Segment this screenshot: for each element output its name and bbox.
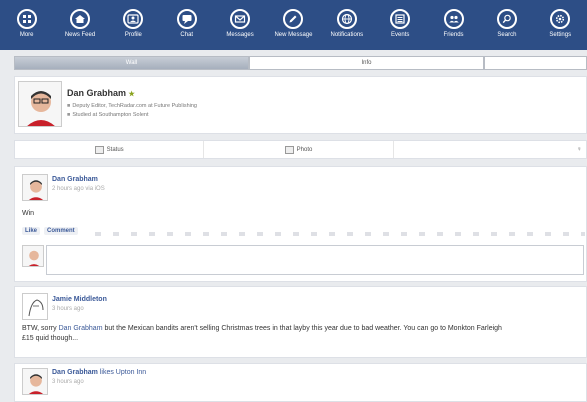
nav-friends[interactable]: Friends [428, 0, 480, 38]
briefcase-icon: ■ [67, 103, 71, 109]
post-text-start: BTW, sorry [22, 325, 59, 332]
profile-name: Dan Grabham ★ [67, 88, 135, 98]
nav-label: Notifications [330, 32, 364, 38]
composer-bar: Status Photo ♀ [14, 140, 587, 159]
feed-post: Jamie Middleton 3 hours ago BTW, sorry D… [14, 286, 587, 358]
profile-education: ■ Studied at Southampton Solent [67, 112, 148, 118]
nav-label: Events [391, 32, 410, 38]
feed-post: Dan Grabham 2 hours ago via iOS Win Like… [14, 166, 587, 282]
post-actions: Like Comment [22, 227, 78, 235]
home-icon [70, 9, 91, 29]
nav-new-message[interactable]: New Message [267, 0, 319, 38]
person-avatar-icon [19, 82, 61, 126]
pencil-icon [283, 9, 304, 29]
rendering-artifact [95, 232, 585, 236]
comment-input[interactable] [46, 245, 584, 275]
profile-header: Dan Grabham ★ ■ Deputy Editor, TechRadar.… [14, 76, 587, 134]
post-text-line2: £15 quid though... [22, 335, 79, 342]
friends-icon [443, 9, 464, 29]
gear-icon [550, 9, 571, 29]
nav-news-feed[interactable]: News Feed [54, 0, 106, 38]
calendar-icon [390, 9, 411, 29]
post-timestamp: 3 hours ago [52, 379, 84, 385]
post-avatar[interactable] [22, 174, 48, 201]
like-button[interactable]: Like [22, 227, 41, 235]
comment-button[interactable]: Comment [44, 227, 78, 235]
nav-notifications[interactable]: Notifications [321, 0, 373, 38]
profile-avatar[interactable] [18, 81, 62, 127]
tab-extra[interactable] [484, 56, 587, 70]
nav-messages[interactable]: Messages [214, 0, 266, 38]
nav-search[interactable]: Search [481, 0, 533, 38]
nav-chat[interactable]: Chat [161, 0, 213, 38]
profile-icon [123, 9, 144, 29]
profile-work-text: Deputy Editor, TechRadar.com at Future P… [72, 103, 197, 109]
feed-post: Dan Grabham likes Upton Inn 3 hours ago [14, 363, 587, 402]
profile-name-text: Dan Grabham [67, 88, 127, 98]
comment-avatar [22, 245, 44, 267]
person-avatar-icon [23, 369, 47, 394]
nav-label: Friends [443, 32, 464, 38]
person-sketch-icon [23, 294, 47, 319]
post-text-end: but the Mexican bandits aren't selling C… [102, 325, 502, 332]
profile-education-text: Studied at Southampton Solent [72, 112, 149, 118]
post-text: Win [22, 210, 35, 217]
post-action[interactable]: likes Upton Inn [100, 369, 146, 376]
grid-icon [16, 9, 37, 29]
nav-label: New Message [274, 32, 313, 38]
status-button[interactable]: Status [15, 141, 205, 158]
nav-events[interactable]: Events [374, 0, 426, 38]
nav-label: More [19, 32, 34, 38]
mail-icon [230, 9, 251, 29]
post-avatar[interactable] [22, 293, 48, 320]
top-nav-bar: More News Feed Profile Chat Messages New… [0, 0, 587, 50]
post-author: Dan Grabham likes Upton Inn [52, 369, 146, 376]
search-icon [496, 9, 517, 29]
post-avatar[interactable] [22, 368, 48, 395]
post-text: BTW, sorry Dan Grabham but the Mexican b… [22, 324, 587, 334]
photo-button[interactable]: Photo [204, 141, 394, 158]
globe-icon [336, 9, 357, 29]
nav-more[interactable]: More [1, 0, 53, 38]
tab-info[interactable]: Info [249, 56, 484, 70]
profile-work: ■ Deputy Editor, TechRadar.com at Future … [67, 103, 197, 109]
photo-label: Photo [296, 146, 313, 153]
person-avatar-icon [23, 175, 47, 200]
nav-label: News Feed [64, 32, 96, 38]
tab-wall[interactable]: Wall [14, 56, 249, 70]
photo-icon [284, 145, 294, 154]
post-author[interactable]: Dan Grabham [52, 176, 98, 183]
nav-profile[interactable]: Profile [107, 0, 159, 38]
post-timestamp: 2 hours ago via iOS [52, 186, 105, 192]
post-author-name[interactable]: Dan Grabham [52, 369, 98, 376]
nav-label: Chat [180, 32, 194, 38]
profile-tabs: Wall Info [14, 56, 587, 70]
status-label: Status [106, 146, 124, 153]
chat-icon [176, 9, 197, 29]
school-icon: ■ [67, 112, 71, 118]
nav-label: Profile [124, 32, 142, 38]
star-icon: ★ [128, 91, 135, 98]
nav-label: Settings [549, 32, 572, 38]
person-avatar-icon [23, 246, 43, 266]
checkin-button[interactable]: ♀ [394, 141, 586, 158]
nav-label: Messages [226, 32, 254, 38]
nav-settings[interactable]: Settings [534, 0, 586, 38]
nav-label: Search [497, 32, 517, 38]
person-pin-icon: ♀ [576, 146, 582, 153]
post-timestamp: 3 hours ago [52, 306, 84, 312]
post-author[interactable]: Jamie Middleton [52, 296, 107, 303]
mention-link[interactable]: Dan Grabham [59, 325, 103, 332]
status-icon [94, 145, 104, 154]
